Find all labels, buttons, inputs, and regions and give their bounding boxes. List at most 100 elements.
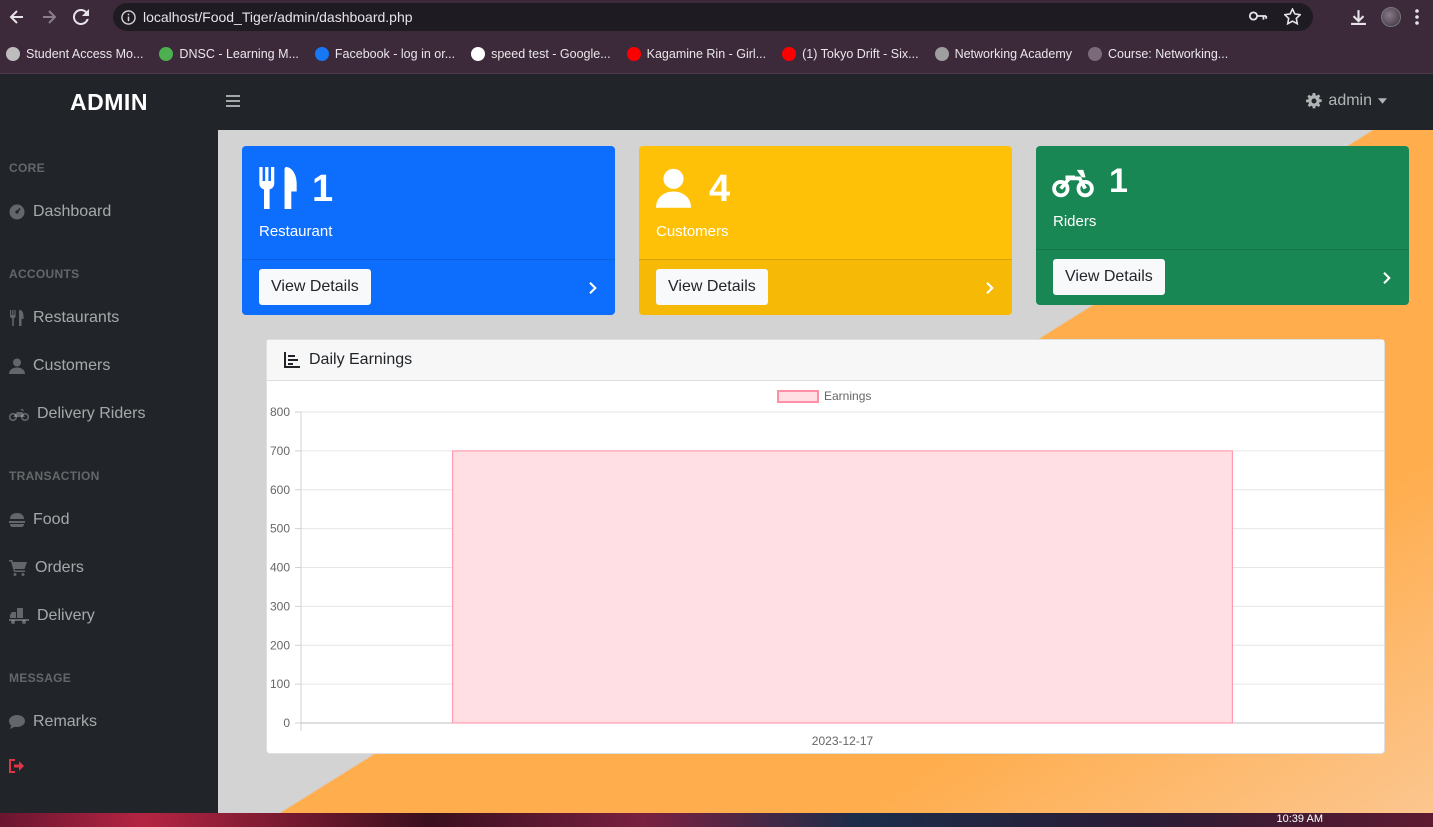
- utensils-icon: [259, 167, 297, 209]
- bookmark-label: Facebook - log in or...: [334, 46, 456, 61]
- bookmark-item[interactable]: Networking Academy: [934, 46, 1072, 61]
- bar: [452, 450, 1233, 724]
- user-icon: [656, 168, 691, 208]
- bars-icon: [226, 95, 240, 107]
- view-restaurants-button[interactable]: View Details: [259, 269, 371, 305]
- restaurant-label: Restaurant: [259, 223, 333, 240]
- motorcycle-icon: [1052, 169, 1094, 198]
- legend-label: Earnings: [824, 389, 871, 403]
- address-bar[interactable]: localhost/Food_Tiger/admin/dashboard.php: [113, 3, 1313, 31]
- cart-icon: [9, 560, 27, 576]
- y-tick-label: 800: [270, 405, 290, 419]
- customers-card: 4 Customers View Details: [639, 146, 1012, 315]
- customers-count: 4: [709, 168, 731, 210]
- site-info-icon[interactable]: [113, 9, 143, 25]
- sidebar-heading-transaction: TRANSACTION: [9, 469, 100, 483]
- forward-button[interactable]: [34, 2, 64, 32]
- sidebar-item-label: Dashboard: [33, 203, 112, 220]
- chart-card-header: Daily Earnings: [267, 340, 1384, 381]
- sidebar-item-customers[interactable]: Customers: [9, 357, 110, 375]
- sidebar-item-logout[interactable]: [9, 758, 25, 774]
- user-name: admin: [1328, 92, 1372, 109]
- download-icon[interactable]: [1350, 9, 1367, 26]
- facebook-icon: [314, 46, 329, 61]
- sidebar-item-food[interactable]: Food: [9, 511, 69, 529]
- chart-title: Daily Earnings: [309, 351, 413, 368]
- gear-icon: [1306, 93, 1323, 109]
- sidebar-item-label: Remarks: [33, 713, 98, 730]
- sidebar-item-remarks[interactable]: Remarks: [9, 713, 97, 731]
- dashboard-icon: [9, 204, 25, 220]
- view-riders-button[interactable]: View Details: [1053, 259, 1165, 295]
- course-icon: [1088, 46, 1102, 61]
- bookmark-label: Kagamine Rin - Girl...: [646, 46, 767, 61]
- y-tick-label: 0: [283, 716, 290, 730]
- y-tick-label: 600: [270, 483, 290, 497]
- bookmark-item[interactable]: speed test - Google...: [471, 46, 611, 61]
- sidebar-item-delivery[interactable]: Delivery: [9, 607, 95, 625]
- bookmark-item[interactable]: DNSC - Learning M...: [159, 46, 299, 61]
- sidebar-item-orders[interactable]: Orders: [9, 559, 84, 577]
- bookmark-item[interactable]: (1) Tokyo Drift - Six...: [782, 46, 919, 61]
- bookmark-label: Networking Academy: [954, 46, 1072, 61]
- reload-button[interactable]: [66, 2, 96, 32]
- back-button[interactable]: [2, 2, 32, 32]
- user-dropdown[interactable]: admin: [1306, 92, 1387, 110]
- sidebar-item-label: Food: [33, 511, 70, 528]
- bookmark-item[interactable]: Course: Networking...: [1088, 46, 1229, 61]
- youtube-icon: [782, 46, 797, 61]
- brand-title[interactable]: ADMIN: [0, 74, 218, 130]
- sidebar-item-dashboard[interactable]: Dashboard: [9, 203, 111, 221]
- google-icon: [471, 46, 486, 61]
- riders-label: Riders: [1053, 213, 1097, 230]
- restaurant-card: 1 Restaurant View Details: [242, 146, 615, 315]
- password-key-icon[interactable]: [1248, 8, 1268, 24]
- bookmark-star-icon[interactable]: [1284, 8, 1301, 25]
- customers-label: Customers: [656, 223, 729, 240]
- y-tick-label: 200: [270, 638, 290, 652]
- sidebar-heading-message: MESSAGE: [9, 671, 72, 685]
- motorcycle-icon: [9, 409, 29, 422]
- riders-count: 1: [1109, 162, 1128, 200]
- bookmark-label: Course: Networking...: [1108, 46, 1229, 61]
- utensils-icon: [10, 310, 24, 326]
- sidebar-item-label: Customers: [33, 357, 111, 374]
- arrow-right-icon: [43, 10, 57, 24]
- chevron-right-icon[interactable]: [1381, 272, 1393, 284]
- url-text: localhost/Food_Tiger/admin/dashboard.php: [143, 9, 413, 25]
- sidebar-heading-accounts: ACCOUNTS: [9, 267, 80, 281]
- chart-bar-icon: [284, 352, 300, 368]
- daily-earnings-card: Daily Earnings Earnings 0 100 200 300 400 500 6…: [266, 339, 1385, 754]
- sidebar-toggle-button[interactable]: [226, 94, 240, 113]
- restaurant-count: 1: [312, 168, 334, 210]
- browser-toolbar: localhost/Food_Tiger/admin/dashboard.php: [0, 0, 1433, 34]
- riders-card: 1 Riders View Details: [1036, 146, 1409, 305]
- y-tick-label: 500: [270, 522, 290, 536]
- card-footer: View Details: [639, 259, 1012, 315]
- bookmarks-bar: Student Access Mo... DNSC - Learning M...…: [0, 34, 1433, 74]
- logout-icon: [9, 759, 24, 773]
- y-tick-label: 300: [270, 599, 290, 613]
- view-customers-button[interactable]: View Details: [656, 269, 768, 305]
- cisco-icon: [934, 46, 949, 61]
- chevron-right-icon[interactable]: [587, 282, 599, 294]
- y-tick-label: 400: [270, 561, 290, 575]
- taskbar-clock: 10:39 AM: [1276, 813, 1323, 825]
- sidebar-item-label: Orders: [35, 559, 84, 576]
- more-options-icon[interactable]: [1415, 9, 1419, 25]
- bookmark-item[interactable]: Student Access Mo...: [6, 46, 143, 61]
- sidebar-item-restaurants[interactable]: Restaurants: [9, 309, 119, 327]
- x-tick-label: 2023-12-17: [812, 734, 874, 748]
- bookmark-item[interactable]: Kagamine Rin - Girl...: [626, 46, 767, 61]
- comment-icon: [9, 715, 25, 729]
- earnings-bar-chart: Earnings 0 100 200 300 400 500 600 700 800 2023-12…: [270, 389, 1384, 748]
- dnsc-logo-icon: [159, 46, 174, 61]
- chevron-right-icon[interactable]: [984, 282, 996, 294]
- bookmark-item[interactable]: Facebook - log in or...: [314, 46, 456, 61]
- sidebar-item-label: Restaurants: [33, 309, 120, 326]
- sidebar-item-delivery-riders[interactable]: Delivery Riders: [9, 405, 145, 423]
- main-content: 1 Restaurant View Details 4 Customers Vi…: [218, 130, 1433, 813]
- profile-avatar[interactable]: [1381, 7, 1401, 27]
- legend-swatch: [777, 390, 819, 403]
- top-navbar: ADMIN admin: [0, 74, 1433, 130]
